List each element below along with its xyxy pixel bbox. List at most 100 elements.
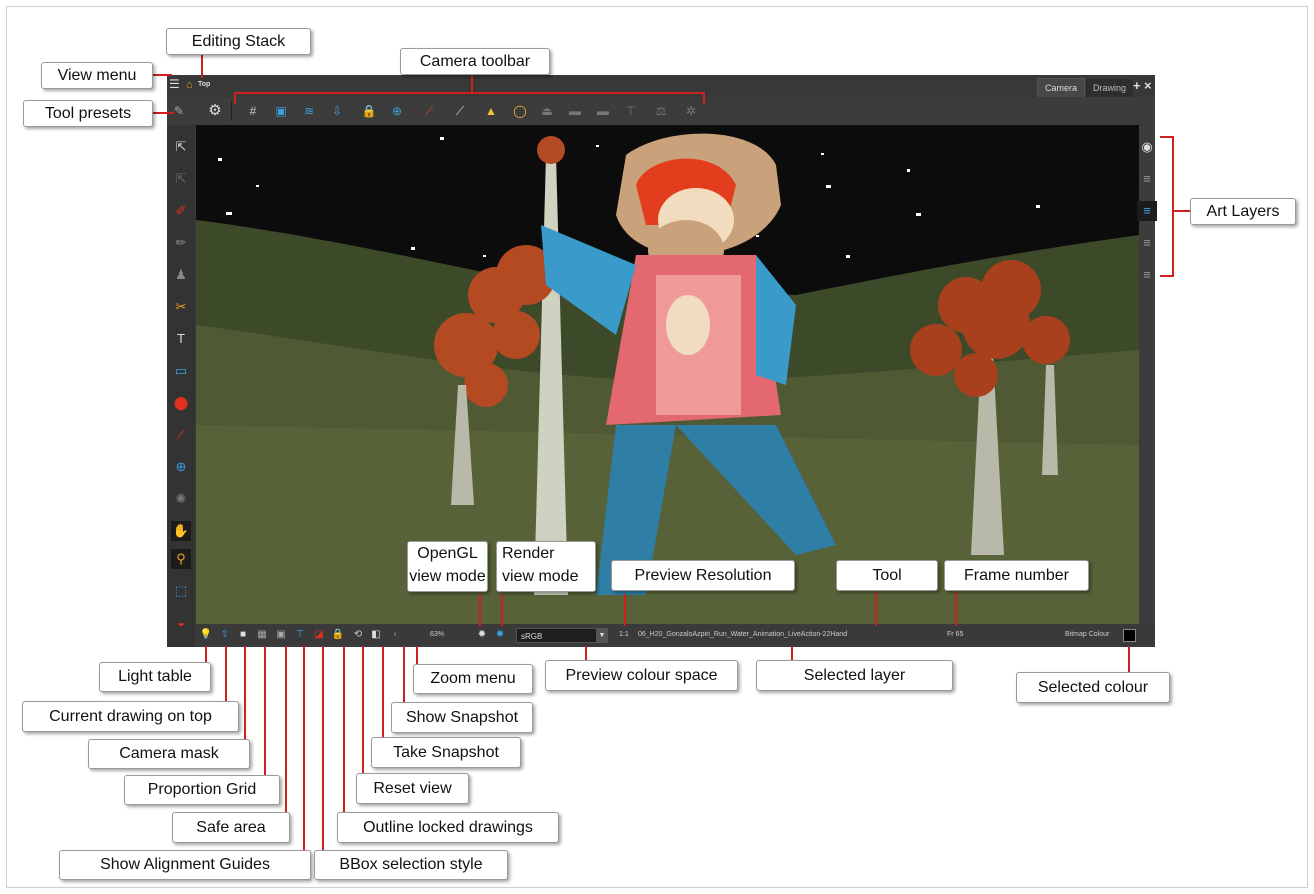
callout-camera-mask: Camera mask (88, 739, 250, 769)
overlay-art-icon[interactable]: ≡ (1137, 169, 1157, 189)
art-layer-toolbar: ◉ ≡ ≡ ≡ ≡ (1137, 125, 1157, 624)
transform-tool-icon[interactable]: ⬚ (171, 581, 191, 601)
callout-camera-toolbar: Camera toolbar (400, 48, 550, 75)
tools-toolbar: ⇱ ⇱ ✐ ✏ ♟ ✂ T ▭ ⬤ ⁄ ⊕ ✺ ✋ ⚲ ⬚ ◒ (167, 125, 195, 647)
callout-show-alignment-guides: Show Alignment Guides (59, 850, 311, 880)
bbox-selection-icon[interactable]: ◪ (312, 628, 326, 642)
layer-stack-icon-4[interactable]: ⊤ (623, 103, 639, 119)
zoom-menu[interactable]: 63% (430, 631, 444, 638)
preview-resolution[interactable]: 1:1 (619, 631, 629, 638)
unlock-icon[interactable]: ⊕ (389, 103, 405, 119)
grid-icon[interactable]: # (245, 103, 261, 119)
callout-editing-stack: Editing Stack (166, 28, 311, 55)
colour-icon[interactable]: ◒ (171, 613, 191, 633)
view-menu-icon[interactable]: ☰ (169, 78, 181, 90)
callout-zoom-menu: Zoom menu (413, 664, 533, 694)
status-bar: 💡 ⇧ ■ ▦ ▣ ⊤ ◪ 🔒 ⟲ ◧ ◐ 63% ✹ ✹ sRGB ▼ 1:1… (196, 624, 1155, 647)
callout-take-snapshot: Take Snapshot (371, 737, 521, 768)
paint-tool-icon[interactable]: ⬤ (171, 393, 191, 413)
current-drawing-on-top-icon[interactable]: ⇧ (218, 628, 232, 642)
balance-icon[interactable]: ⚖ (653, 103, 669, 119)
close-view-button[interactable]: × (1144, 78, 1152, 93)
callout-show-snapshot: Show Snapshot (391, 702, 533, 733)
chevron-down-icon[interactable]: ▼ (596, 628, 608, 643)
callout-current-drawing-on-top: Current drawing on top (22, 701, 239, 732)
light-icon[interactable]: ▲ (483, 103, 499, 119)
tab-drawing[interactable]: Drawing (1086, 79, 1134, 97)
ruler-icon[interactable]: ⟋ (421, 103, 437, 119)
callout-preview-resolution: Preview Resolution (611, 560, 795, 591)
callout-light-table: Light table (99, 662, 211, 692)
reset-view-icon[interactable]: ⟲ (351, 628, 365, 642)
render-view-mode-icon[interactable]: ✹ (493, 628, 507, 642)
preview-colour-space-select[interactable]: sRGB (516, 628, 606, 643)
proportion-grid-icon[interactable]: ▦ (255, 628, 269, 642)
gear-icon[interactable]: ⚙ (207, 103, 223, 119)
callout-opengl-view-mode: OpenGL view mode (407, 541, 488, 592)
import-icon[interactable]: ⇩ (329, 103, 345, 119)
lock-icon[interactable]: 🔒 (361, 103, 377, 119)
layer-stack-icon-3[interactable]: ▬ (595, 103, 611, 119)
selected-layer-name: 06_H20_GonzaloAzpiri_Run_Water_Animation… (638, 631, 848, 638)
eye-icon[interactable]: ◉ (1137, 137, 1157, 157)
underlay-art-icon[interactable]: ≡ (1137, 265, 1157, 285)
bulb-icon[interactable]: ◯ (512, 103, 528, 119)
callout-frame-number: Frame number (944, 560, 1089, 591)
show-snapshot-icon[interactable]: ◐ (389, 628, 403, 642)
alignment-guides-icon[interactable]: ⊤ (293, 628, 307, 642)
contour-editor-icon[interactable]: ⇱ (171, 169, 191, 189)
dropper-tool-icon[interactable]: ⁄ (171, 425, 191, 445)
callout-opengl-line1: OpenGL (417, 545, 478, 562)
safe-area-icon[interactable]: ▣ (274, 628, 288, 642)
camera-viewport[interactable] (196, 125, 1139, 624)
tab-camera[interactable]: Camera (1037, 78, 1086, 97)
callout-render-view-mode: Render view mode (496, 541, 596, 592)
current-tool: Bitmap Colour (1065, 631, 1110, 638)
pivot-tool-icon[interactable]: ⊕ (171, 457, 191, 477)
select-tool-icon[interactable]: ⇱ (171, 137, 191, 157)
opengl-view-mode-icon[interactable]: ✹ (475, 628, 489, 642)
text-tool-icon[interactable]: T (171, 329, 191, 349)
pencil-tool-icon[interactable]: ✏ (171, 233, 191, 253)
camera-mask-toggle-icon[interactable]: ■ (236, 628, 250, 642)
rectangle-tool-icon[interactable]: ▭ (171, 361, 191, 381)
measure-icon[interactable]: ⟋ (452, 103, 468, 119)
scene-illustration (196, 125, 1139, 624)
eraser-tool-icon[interactable]: ✂ (171, 297, 191, 317)
pattern-tool-icon[interactable]: ✺ (171, 489, 191, 509)
brush-tool-icon[interactable]: ✐ (171, 201, 191, 221)
colour-art-icon[interactable]: ≡ (1137, 233, 1157, 253)
callout-outline-locked-drawings: Outline locked drawings (337, 812, 559, 843)
outline-locked-icon[interactable]: 🔒 (331, 628, 345, 642)
frame-number: Fr 65 (947, 631, 964, 638)
callout-tool-presets: Tool presets (23, 100, 153, 127)
onion-skin-icon[interactable]: ≋ (301, 103, 317, 119)
selected-colour-swatch[interactable] (1123, 629, 1136, 642)
callout-tool: Tool (836, 560, 938, 591)
camera-toolbar: ✎ ⚙ # ▣ ≋ ⇩ 🔒 ⊕ ⟋ ⟋ ▲ ◯ ⏏ ▬ ▬ ⊤ ⚖ ✲ (167, 97, 1155, 126)
layer-stack-icon-2[interactable]: ▬ (567, 103, 583, 119)
callout-render-line2: view mode (502, 568, 579, 585)
add-view-button[interactable]: + (1133, 78, 1141, 93)
take-snapshot-icon[interactable]: ◧ (369, 628, 383, 642)
editing-stack-breadcrumb[interactable]: Top (198, 81, 210, 88)
light-table-icon[interactable]: 💡 (199, 628, 213, 642)
callout-opengl-line2: view mode (409, 568, 486, 585)
callout-preview-colour-space: Preview colour space (545, 660, 738, 691)
callout-reset-view: Reset view (356, 773, 469, 804)
callout-selected-layer: Selected layer (756, 660, 953, 691)
callout-bbox-selection-style: BBox selection style (314, 850, 508, 880)
hand-tool-icon[interactable]: ✋ (171, 521, 191, 541)
callout-safe-area: Safe area (172, 812, 290, 843)
rigging-tool-icon[interactable]: ⚲ (171, 549, 191, 569)
callout-proportion-grid: Proportion Grid (124, 775, 280, 805)
line-art-icon[interactable]: ≡ (1137, 201, 1157, 221)
home-icon[interactable]: ⌂ (186, 79, 193, 91)
bone-icon[interactable]: ✲ (683, 103, 699, 119)
callout-selected-colour: Selected colour (1016, 672, 1170, 703)
layer-stack-icon-1[interactable]: ⏏ (539, 103, 555, 119)
tool-presets-icon[interactable]: ✎ (171, 103, 187, 119)
callout-art-layers: Art Layers (1190, 198, 1296, 225)
camera-mask-icon[interactable]: ▣ (273, 103, 289, 119)
stamp-tool-icon[interactable]: ♟ (171, 265, 191, 285)
